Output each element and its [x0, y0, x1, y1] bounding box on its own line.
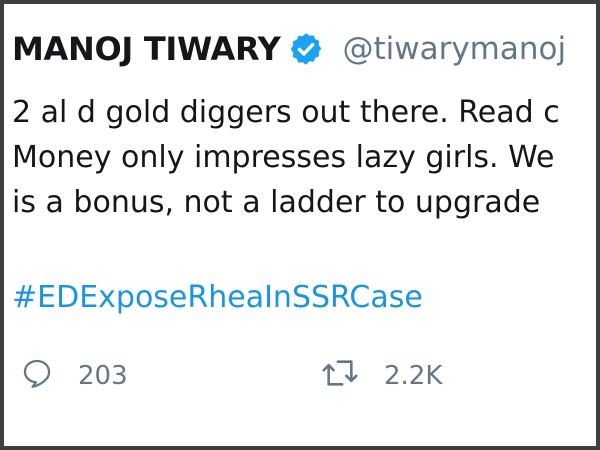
author-name[interactable]: MANOJ TIWARY — [12, 30, 281, 68]
tweet-text: 2 al d gold diggers out there. Read c Mo… — [12, 90, 596, 225]
tweet-screenshot: MANOJ TIWARY @tiwarymanoj 2 al d gold di… — [0, 0, 600, 450]
hashtag-link[interactable]: #EDExposeRheaInSSRCase — [12, 280, 423, 315]
reply-bubble-icon — [20, 356, 54, 395]
verified-badge-icon — [288, 31, 324, 67]
tweet-text-line: 2 al d gold diggers out there. Read c — [12, 95, 560, 130]
retweet-icon — [320, 356, 360, 395]
tweet-text-line: Money only impresses lazy girls. We — [12, 140, 555, 175]
reply-button[interactable]: 203 — [20, 356, 320, 395]
tweet-actions: 203 2.2K — [20, 356, 442, 395]
retweet-button[interactable]: 2.2K — [320, 356, 442, 395]
reply-count: 203 — [78, 360, 128, 391]
author-handle[interactable]: @tiwarymanoj — [342, 31, 566, 67]
tweet-header: MANOJ TIWARY @tiwarymanoj — [12, 30, 566, 68]
retweet-count: 2.2K — [384, 360, 443, 391]
tweet-text-line: is a bonus, not a ladder to upgrade — [12, 185, 541, 220]
